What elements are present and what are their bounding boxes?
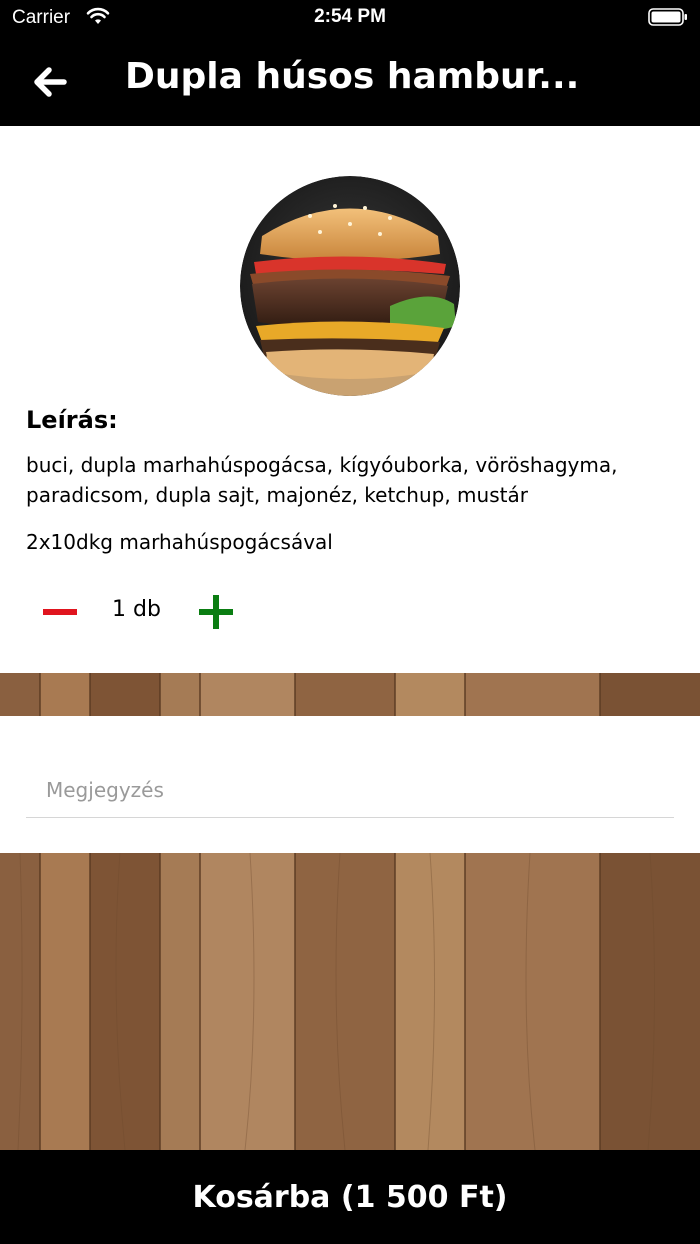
- battery-icon: [648, 8, 687, 26]
- note-section: [0, 716, 700, 853]
- decrease-quantity-button[interactable]: [40, 594, 80, 630]
- back-button[interactable]: [26, 60, 74, 104]
- minus-icon: [43, 609, 77, 615]
- quantity-stepper: 1 db: [26, 592, 286, 632]
- status-time: 2:54 PM: [314, 6, 386, 27]
- increase-quantity-button[interactable]: [196, 594, 236, 630]
- plus-icon: [199, 595, 233, 629]
- description-extra: 2x10dkg marhahúspogácsával: [26, 530, 333, 554]
- status-bar: Carrier 2:54 PM: [0, 0, 700, 36]
- wood-background: [0, 673, 700, 716]
- page-title: Dupla húsos hambur...: [125, 56, 580, 97]
- add-to-cart-button[interactable]: Kosárba (1 500 Ft): [0, 1150, 700, 1244]
- arrow-left-icon: [34, 67, 67, 97]
- wood-background-large: [0, 853, 700, 1150]
- nav-bar: Dupla húsos hambur...: [0, 36, 700, 126]
- product-content: Leírás: buci, dupla marhahúspogácsa, kíg…: [0, 126, 700, 673]
- description-heading: Leírás:: [26, 406, 118, 434]
- note-input[interactable]: [26, 762, 674, 818]
- burger-image: [240, 176, 460, 396]
- quantity-value: 1 db: [112, 597, 161, 622]
- description-text: buci, dupla marhahúspogácsa, kígyóuborka…: [26, 453, 618, 507]
